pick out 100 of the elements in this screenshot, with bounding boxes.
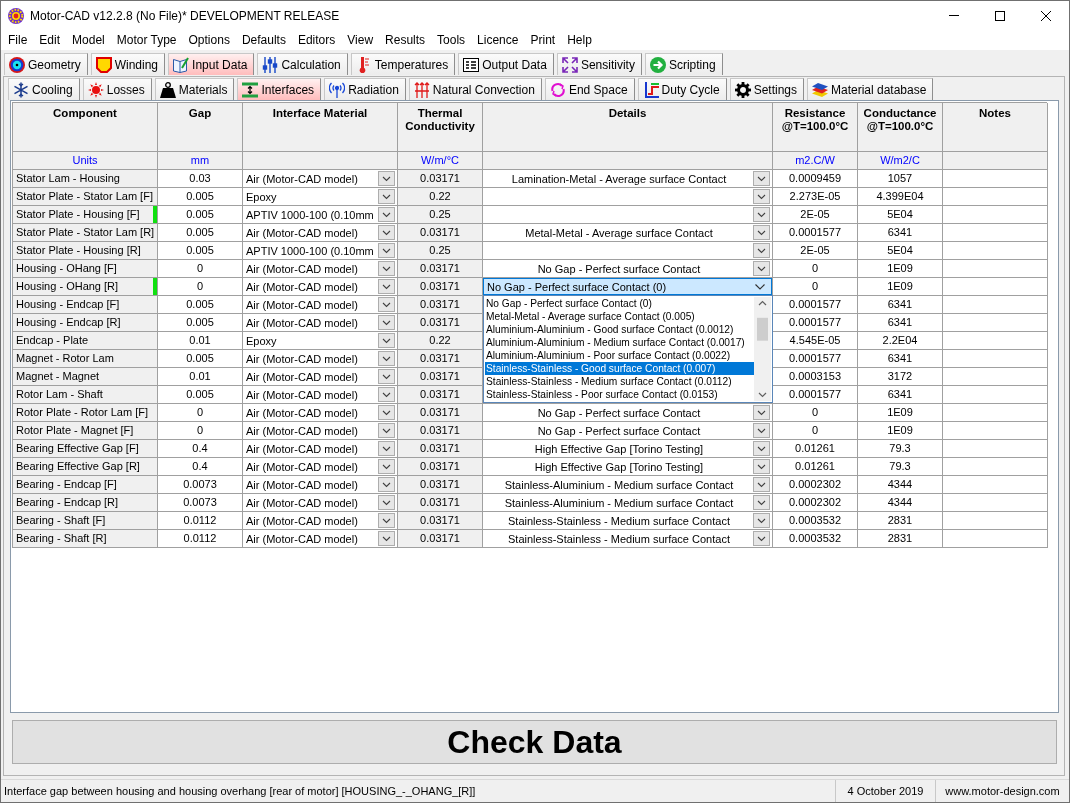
tab[interactable]: Input Data — [168, 53, 255, 75]
details-dropdown[interactable]: No Gap - Perfect surface Contact — [483, 422, 773, 440]
material-dropdown[interactable]: Air (Motor-CAD model) — [243, 476, 398, 494]
material-dropdown[interactable]: Air (Motor-CAD model) — [243, 170, 398, 188]
dropdown-option[interactable]: Metal-Metal - Average surface Contact (0.005) — [485, 310, 754, 323]
chevron-down-icon[interactable] — [378, 423, 395, 438]
chevron-down-icon[interactable] — [753, 225, 770, 240]
material-dropdown[interactable]: Air (Motor-CAD model) — [243, 296, 398, 314]
material-dropdown[interactable]: APTIV 1000-100 (0.10mm — [243, 242, 398, 260]
tab[interactable]: Interfaces — [237, 78, 322, 100]
material-dropdown[interactable]: Air (Motor-CAD model) — [243, 386, 398, 404]
chevron-down-icon[interactable] — [753, 243, 770, 258]
dropdown-option[interactable]: Stainless-Stainless - Poor surface Contact (0.0153) — [485, 388, 754, 401]
chevron-down-icon[interactable] — [753, 513, 770, 528]
tab[interactable]: Calculation — [257, 53, 348, 75]
tab[interactable]: Materials — [154, 78, 235, 100]
menu-item[interactable]: Tools — [431, 30, 472, 50]
chevron-down-icon[interactable] — [753, 171, 770, 186]
chevron-down-icon[interactable] — [378, 261, 395, 276]
chevron-down-icon[interactable] — [378, 243, 395, 258]
chevron-down-icon[interactable] — [378, 189, 395, 204]
details-dropdown[interactable]: Stainless-Aluminium - Medium surface Contact — [483, 494, 773, 512]
chevron-down-icon[interactable] — [378, 297, 395, 312]
details-dropdown[interactable]: Metal-Metal - Average surface Contact — [483, 224, 773, 242]
material-dropdown[interactable]: Air (Motor-CAD model) — [243, 530, 398, 548]
chevron-down-icon[interactable] — [755, 283, 765, 290]
details-dropdown[interactable]: High Effective Gap [Torino Testing] — [483, 440, 773, 458]
material-dropdown[interactable]: APTIV 1000-100 (0.10mm — [243, 206, 398, 224]
material-dropdown[interactable]: Air (Motor-CAD model) — [243, 314, 398, 332]
material-dropdown[interactable]: Air (Motor-CAD model) — [243, 440, 398, 458]
dropdown-option[interactable]: Stainless-Stainless - Medium surface Contact (0.0112) — [485, 375, 754, 388]
chevron-down-icon[interactable] — [753, 423, 770, 438]
material-dropdown[interactable]: Air (Motor-CAD model) — [243, 350, 398, 368]
details-dropdown[interactable]: No Gap - Perfect surface Contact — [483, 260, 773, 278]
chevron-down-icon[interactable] — [753, 477, 770, 492]
menu-item[interactable]: Motor Type — [110, 30, 183, 50]
details-dropdown[interactable]: Stainless-Aluminium - Medium surface Contact — [483, 476, 773, 494]
details-dropdown[interactable]: Lamination-Metal - Average surface Contact — [483, 170, 773, 188]
chevron-down-icon[interactable] — [378, 477, 395, 492]
dropdown-option[interactable]: Aluminium-Aluminium - Medium surface Contact (0.0017) — [485, 336, 754, 349]
chevron-down-icon[interactable] — [378, 495, 395, 510]
material-dropdown[interactable]: Epoxy — [243, 188, 398, 206]
tab[interactable]: Cooling — [8, 78, 80, 100]
tab[interactable]: Settings — [729, 78, 804, 100]
tab[interactable]: Sensitivity — [556, 53, 642, 75]
chevron-down-icon[interactable] — [378, 405, 395, 420]
chevron-down-icon[interactable] — [378, 369, 395, 384]
details-dropdown[interactable]: No Gap - Perfect surface Contact — [483, 404, 773, 422]
details-dropdown[interactable]: High Effective Gap [Torino Testing] — [483, 458, 773, 476]
menu-item[interactable]: Editors — [291, 30, 342, 50]
menu-item[interactable]: Results — [379, 30, 432, 50]
chevron-down-icon[interactable] — [378, 333, 395, 348]
details-dropdown[interactable]: Stainless-Stainless - Medium surface Contact — [483, 530, 773, 548]
menu-item[interactable]: Model — [66, 30, 111, 50]
material-dropdown[interactable]: Air (Motor-CAD model) — [243, 422, 398, 440]
chevron-down-icon[interactable] — [378, 315, 395, 330]
chevron-down-icon[interactable] — [753, 459, 770, 474]
chevron-down-icon[interactable] — [753, 495, 770, 510]
chevron-down-icon[interactable] — [753, 531, 770, 546]
dropdown-option[interactable]: No Gap - Perfect surface Contact (0) — [485, 297, 754, 310]
chevron-down-icon[interactable] — [753, 207, 770, 222]
material-dropdown[interactable]: Epoxy — [243, 332, 398, 350]
chevron-down-icon[interactable] — [378, 351, 395, 366]
tab[interactable]: Output Data — [458, 53, 554, 75]
tab[interactable]: Geometry — [4, 53, 88, 75]
chevron-down-icon[interactable] — [378, 207, 395, 222]
menu-item[interactable]: Help — [561, 30, 598, 50]
tab[interactable]: Duty Cycle — [637, 78, 727, 100]
tab[interactable]: Temperatures — [350, 53, 456, 75]
material-dropdown[interactable]: Air (Motor-CAD model) — [243, 260, 398, 278]
tab[interactable]: Losses — [82, 78, 152, 100]
menu-item[interactable]: Defaults — [235, 30, 292, 50]
menu-item[interactable]: File — [2, 30, 34, 50]
material-dropdown[interactable]: Air (Motor-CAD model) — [243, 404, 398, 422]
chevron-down-icon[interactable] — [753, 261, 770, 276]
chevron-down-icon[interactable] — [378, 459, 395, 474]
dropdown-option[interactable]: Aluminium-Aluminium - Good surface Contact (0.0012) — [485, 323, 754, 336]
chevron-down-icon[interactable] — [753, 189, 770, 204]
material-dropdown[interactable]: Air (Motor-CAD model) — [243, 494, 398, 512]
menu-item[interactable]: Options — [182, 30, 236, 50]
tab[interactable]: Scripting — [644, 53, 723, 75]
chevron-down-icon[interactable] — [753, 405, 770, 420]
tab[interactable]: Material database — [807, 78, 934, 100]
details-dropdown[interactable]: No Gap - Perfect surface Contact (0) — [483, 278, 772, 295]
material-dropdown[interactable]: Air (Motor-CAD model) — [243, 458, 398, 476]
tab[interactable]: Winding — [90, 53, 166, 75]
tab[interactable]: Natural Convection — [408, 78, 542, 100]
chevron-down-icon[interactable] — [378, 225, 395, 240]
chevron-down-icon[interactable] — [378, 171, 395, 186]
chevron-down-icon[interactable] — [378, 531, 395, 546]
tab[interactable]: Radiation — [324, 78, 406, 100]
dropdown-option[interactable]: Aluminium-Aluminium - Poor surface Contact (0.0022) — [485, 349, 754, 362]
check-data-button[interactable]: Check Data — [12, 720, 1057, 764]
chevron-down-icon[interactable] — [378, 279, 395, 294]
chevron-down-icon[interactable] — [378, 441, 395, 456]
material-dropdown[interactable]: Air (Motor-CAD model) — [243, 512, 398, 530]
material-dropdown[interactable]: Air (Motor-CAD model) — [243, 224, 398, 242]
tab[interactable]: End Space — [544, 78, 635, 100]
details-dropdown[interactable]: Stainless-Stainless - Medium surface Contact — [483, 512, 773, 530]
material-dropdown[interactable]: Air (Motor-CAD model) — [243, 368, 398, 386]
